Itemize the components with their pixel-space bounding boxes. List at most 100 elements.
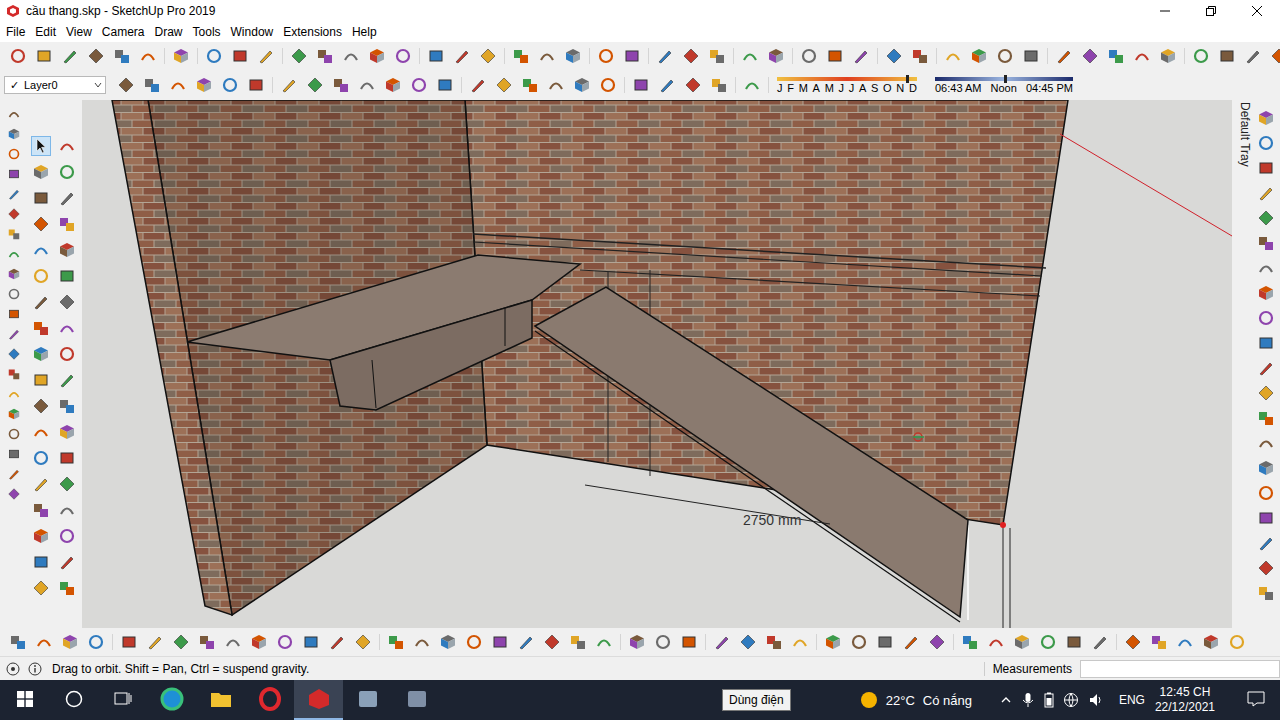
tool-icon[interactable] [518,634,534,650]
tool-icon[interactable] [258,48,274,64]
tool-icon[interactable] [8,468,20,480]
tool-icon[interactable] [59,424,75,440]
tool-icon[interactable] [466,634,482,650]
tool-icon[interactable] [714,634,730,650]
tool-button[interactable] [31,162,51,182]
tool-button[interactable] [31,578,51,598]
tool-icon[interactable] [742,48,758,64]
tool-icon[interactable] [8,328,20,340]
tool-icon[interactable] [1258,535,1274,551]
tool-icon[interactable] [59,398,75,414]
viewport[interactable]: 2750 mm [82,100,1232,628]
menu-item[interactable]: Draw [150,25,188,39]
tool-icon[interactable] [291,48,307,64]
taskbar-app[interactable] [294,680,343,720]
tool-button[interactable] [31,292,51,312]
tool-icon[interactable] [570,634,586,650]
tool-icon[interactable] [877,634,893,650]
tool-icon[interactable] [454,48,470,64]
select-arrow-icon[interactable] [33,138,49,154]
tool-icon[interactable] [1258,210,1274,226]
tool-icon[interactable] [369,48,385,64]
tool-icon[interactable] [1258,585,1274,601]
tool-button[interactable] [57,396,77,416]
tool-icon[interactable] [1258,460,1274,476]
task-view-button[interactable] [98,680,147,720]
date-thumb[interactable] [906,75,909,83]
tool-icon[interactable] [492,634,508,650]
tool-icon[interactable] [683,48,699,64]
tool-icon[interactable] [8,448,20,460]
tool-icon[interactable] [1258,435,1274,451]
tool-icon[interactable] [1023,48,1039,64]
tool-icon[interactable] [33,528,49,544]
tool-icon[interactable] [1258,185,1274,201]
tool-icon[interactable] [173,48,189,64]
tool-icon[interactable] [225,634,241,650]
app-icon[interactable] [258,687,282,711]
input-language[interactable]: ENG [1119,693,1145,707]
tool-icon[interactable] [633,77,649,93]
tool-icon[interactable] [88,48,104,64]
tool-icon[interactable] [10,48,26,64]
tool-button[interactable] [31,396,51,416]
tool-icon[interactable] [170,77,186,93]
tool-icon[interactable] [629,634,645,650]
tool-icon[interactable] [1258,560,1274,576]
search-button[interactable] [49,680,98,720]
tool-icon[interactable] [1056,48,1072,64]
tool-icon[interactable] [196,77,212,93]
volume-icon[interactable] [1088,692,1104,708]
tool-button[interactable] [31,448,51,468]
tool-icon[interactable] [8,168,20,180]
tool-icon[interactable] [8,428,20,440]
tool-icon[interactable] [470,77,486,93]
tool-icon[interactable] [114,48,130,64]
menu-item[interactable]: Window [226,25,279,39]
tool-icon[interactable] [548,77,564,93]
tool-icon[interactable] [8,188,20,200]
tool-icon[interactable] [1014,634,1030,650]
tool-icon[interactable] [766,634,782,650]
app-icon[interactable] [160,687,184,711]
tool-icon[interactable] [709,48,725,64]
tool-button[interactable] [31,344,51,364]
tool-icon[interactable] [801,48,817,64]
tool-icon[interactable] [343,48,359,64]
tool-icon[interactable] [1040,634,1056,650]
tool-icon[interactable] [685,77,701,93]
taskbar-app[interactable] [147,680,196,720]
tool-icon[interactable] [825,634,841,650]
tool-button[interactable] [57,552,77,572]
tool-icon[interactable] [971,48,987,64]
tray-title[interactable]: Default Tray [1232,100,1252,628]
tool-icon[interactable] [33,268,49,284]
tool-icon[interactable] [929,634,945,650]
menu-item[interactable]: View [61,25,97,39]
tool-icon[interactable] [59,190,75,206]
tool-icon[interactable] [222,77,238,93]
tool-icon[interactable] [912,48,928,64]
tool-icon[interactable] [303,634,319,650]
tool-icon[interactable] [1258,285,1274,301]
tool-button[interactable] [31,136,51,156]
app-icon[interactable] [405,687,429,711]
tool-icon[interactable] [1258,485,1274,501]
tool-icon[interactable] [8,488,20,500]
tool-icon[interactable] [388,634,404,650]
tool-icon[interactable] [1229,634,1245,650]
tool-button[interactable] [31,552,51,572]
tool-icon[interactable] [277,634,293,650]
tool-icon[interactable] [1203,634,1219,650]
tool-icon[interactable] [428,48,444,64]
layer-dropdown[interactable]: ✓Layer0 [4,76,106,94]
tool-icon[interactable] [1177,634,1193,650]
tool-icon[interactable] [59,580,75,596]
time-track[interactable] [935,77,1073,81]
tool-icon[interactable] [886,48,902,64]
tool-icon[interactable] [740,634,756,650]
tool-icon[interactable] [8,348,20,360]
tool-button[interactable] [31,370,51,390]
model-viewport[interactable]: 2750 mm [82,100,1232,628]
tool-icon[interactable] [333,77,349,93]
